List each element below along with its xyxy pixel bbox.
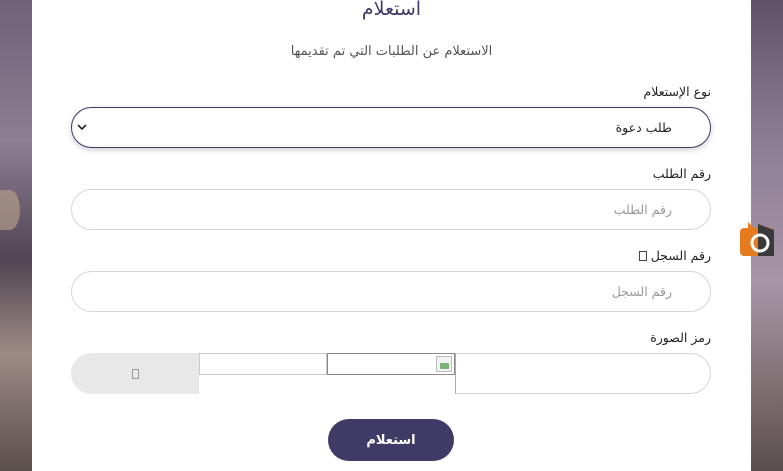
- request-number-input[interactable]: رقم الطلب: [71, 189, 711, 230]
- inquiry-type-value: طلب دعوة: [615, 120, 672, 135]
- record-number-placeholder: رقم السجل: [611, 284, 672, 299]
- submit-button[interactable]: استعلام: [328, 419, 454, 461]
- request-number-label: رقم الطلب: [652, 166, 711, 181]
- chevron-down-icon: [77, 124, 87, 131]
- captcha-label: رمز الصورة: [650, 330, 711, 345]
- inquiry-type-label: نوع الإستعلام: [643, 84, 711, 99]
- captcha-image-frame: [199, 353, 327, 375]
- page-subtitle: الاستعلام عن الطلبات التي تم تقديمها: [290, 44, 493, 59]
- page-title: استعلام: [361, 0, 422, 20]
- broken-image-icon: [436, 356, 452, 372]
- inquiry-type-select[interactable]: طلب دعوة: [71, 107, 711, 148]
- captcha-image: [327, 353, 455, 375]
- balloon-decoration: [0, 190, 20, 230]
- refresh-icon: [131, 368, 139, 379]
- captcha-refresh-button[interactable]: [71, 353, 199, 394]
- floating-widget-icon[interactable]: [738, 220, 778, 260]
- request-number-placeholder: رقم الطلب: [613, 202, 672, 217]
- info-icon[interactable]: [638, 251, 647, 261]
- captcha-input[interactable]: [455, 353, 711, 394]
- captcha-group: [71, 353, 711, 394]
- record-number-label-wrap: رقم السجل: [635, 248, 711, 263]
- background-left: [0, 0, 32, 471]
- record-number-label: رقم السجل: [650, 248, 711, 263]
- inquiry-form-panel: استعلام الاستعلام عن الطلبات التي تم تقد…: [32, 0, 751, 471]
- record-number-input[interactable]: رقم السجل: [71, 271, 711, 312]
